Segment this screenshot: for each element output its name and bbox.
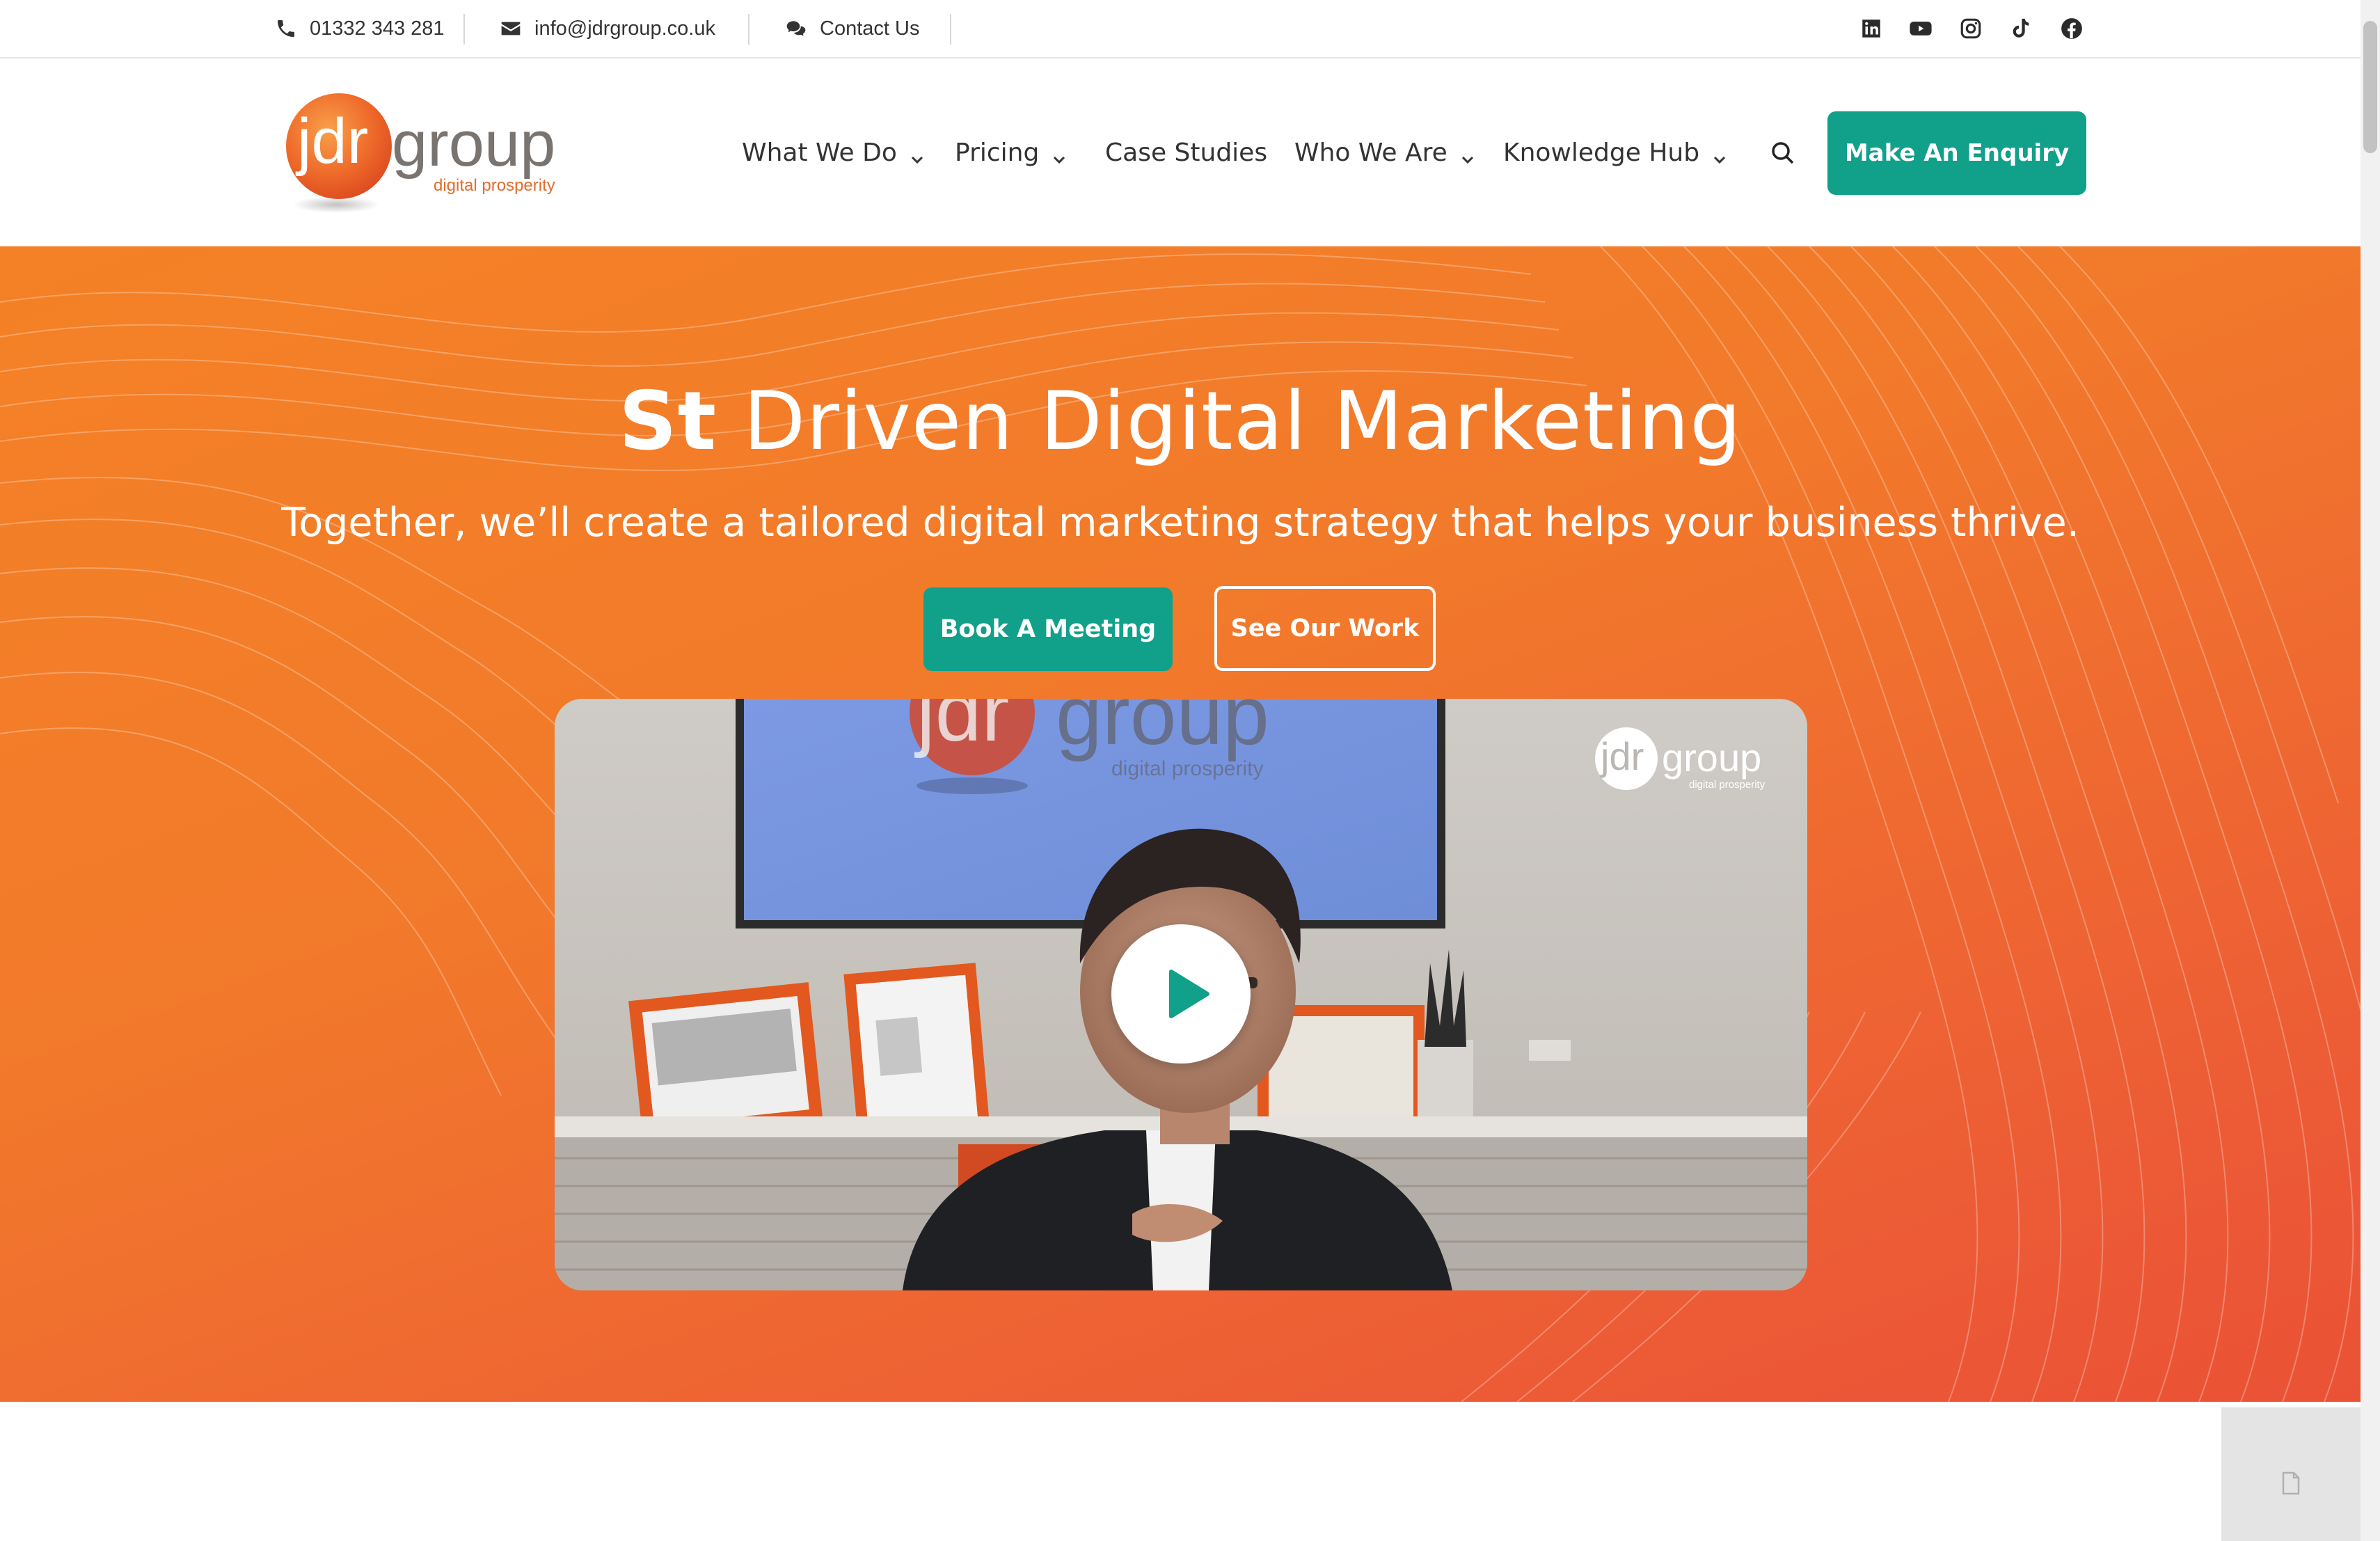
logo-jdr-text: jdr <box>295 106 368 177</box>
chevron-down-icon <box>910 145 925 164</box>
nav-pricing[interactable]: Pricing <box>955 58 1067 246</box>
divider <box>463 14 465 45</box>
hero-title-bold: St <box>619 374 717 468</box>
nav-what-we-do[interactable]: What We Do <box>742 58 925 246</box>
overlay-logo-jdr-text: jdr <box>1599 734 1644 778</box>
document-widget[interactable] <box>2221 1407 2361 1541</box>
tv-logo-tagline: digital prosperity <box>1111 757 1263 780</box>
chat-icon <box>786 21 806 36</box>
logo-tagline: digital prosperity <box>434 176 555 195</box>
overlay-logo-tagline: digital prosperity <box>1689 779 1766 791</box>
nav-case-studies[interactable]: Case Studies <box>1105 58 1267 246</box>
hero-title-rest: Driven Digital Marketing <box>717 374 1742 468</box>
scrollbar-thumb[interactable] <box>2363 21 2377 153</box>
make-enquiry-button[interactable]: Make An Enquiry <box>1827 111 2086 195</box>
book-meeting-button[interactable]: Book A Meeting <box>923 587 1173 671</box>
hero-section: St Driven Digital Marketing Together, we… <box>0 246 2361 1402</box>
youtube-icon[interactable] <box>1909 17 1933 40</box>
phone-link[interactable]: 01332 343 281 <box>275 0 445 57</box>
play-button[interactable] <box>1111 924 1251 1064</box>
facebook-icon[interactable] <box>2060 17 2084 40</box>
nav-knowledge-hub[interactable]: Knowledge Hub <box>1503 58 1727 246</box>
main-header: jdr group digital prosperity What We Do … <box>0 58 2361 246</box>
see-our-work-button[interactable]: See Our Work <box>1214 586 1436 671</box>
logo-group-text: group <box>392 109 555 180</box>
nav-label: Pricing <box>955 138 1040 167</box>
page-scrollbar[interactable] <box>2361 0 2380 1541</box>
contact-link[interactable]: Contact Us <box>785 0 919 57</box>
top-bar: 01332 343 281 info@jdrgroup.co.uk Contac… <box>0 0 2361 58</box>
hero-title: St Driven Digital Marketing <box>0 374 2361 468</box>
envelope-icon <box>501 22 521 35</box>
intro-video-player[interactable]: jdr group digital prosperity jdr group d… <box>555 699 1807 1290</box>
play-icon <box>1169 970 1209 1018</box>
nav-label: What We Do <box>742 138 897 167</box>
phone-icon <box>278 20 294 37</box>
nav-label: Who We Are <box>1294 138 1447 167</box>
contact-label: Contact Us <box>820 17 920 40</box>
chevron-down-icon <box>1052 145 1067 164</box>
jdr-group-logo[interactable]: jdr group digital prosperity <box>282 86 567 226</box>
linkedin-icon[interactable] <box>1859 17 1883 40</box>
email-link[interactable]: info@jdrgroup.co.uk <box>500 0 715 57</box>
nav-label: Case Studies <box>1105 138 1268 167</box>
document-icon <box>2282 1471 2300 1495</box>
divider <box>950 14 951 45</box>
email-address: info@jdrgroup.co.uk <box>534 17 715 40</box>
divider <box>748 14 749 45</box>
instagram-icon[interactable] <box>1959 17 1983 40</box>
phone-number: 01332 343 281 <box>310 17 445 40</box>
tv-logo-jdr-text: jdr <box>914 699 1009 759</box>
overlay-logo-group-text: group <box>1662 736 1761 780</box>
search-icon[interactable] <box>1769 139 1797 167</box>
chevron-down-icon <box>1460 145 1475 164</box>
nav-who-we-are[interactable]: Who We Are <box>1294 58 1475 246</box>
video-overlay-logo: jdr group digital prosperity <box>1595 727 1769 796</box>
tiktok-icon[interactable] <box>2009 17 2033 40</box>
chevron-down-icon <box>1712 145 1727 164</box>
tv-logo-group-text: group <box>1056 699 1269 762</box>
hero-subtitle: Together, we’ll create a tailored digita… <box>281 500 2079 546</box>
nav-label: Knowledge Hub <box>1503 138 1700 167</box>
